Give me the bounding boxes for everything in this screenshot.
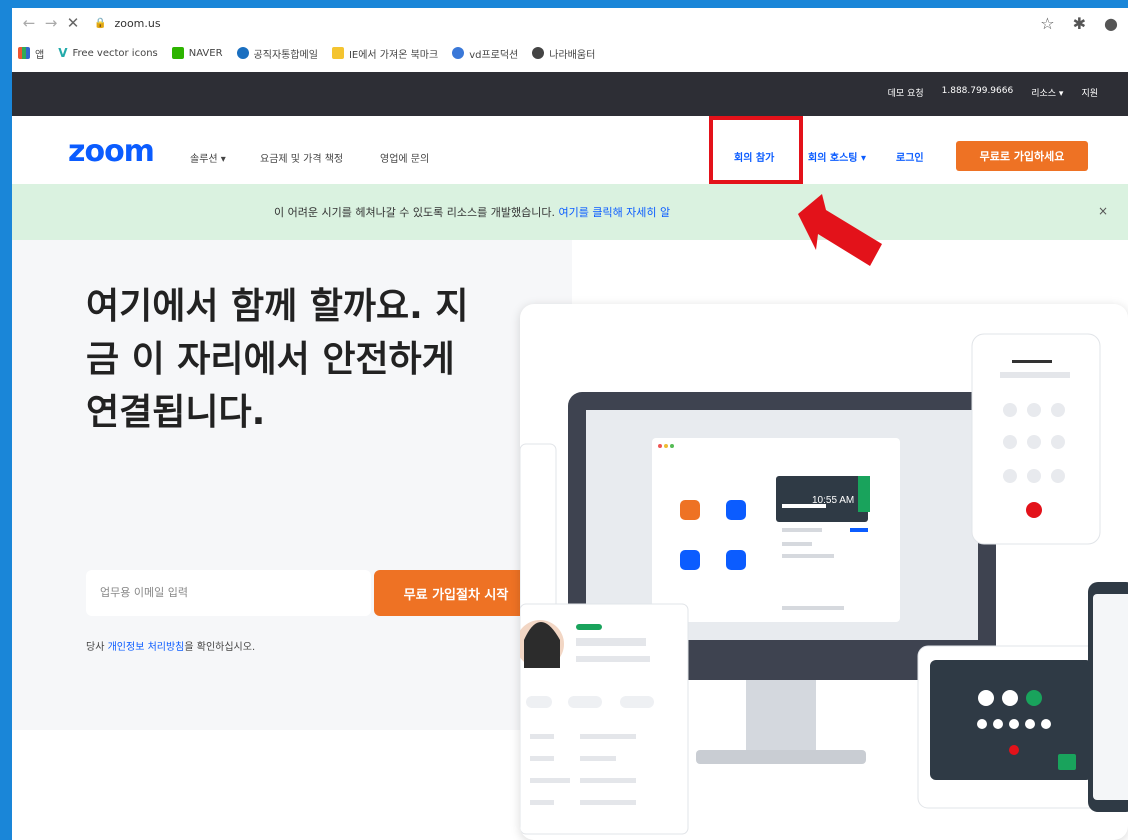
red-arrow-annotation [798,194,882,266]
email-input[interactable]: 업무용 이메일 입력 [86,570,371,616]
dial-pad [1003,403,1065,483]
stop-loading-icon[interactable]: ✕ [62,14,84,32]
share-screen-icon [726,550,746,570]
bookmark-label: 앱 [35,49,45,61]
bookmark-star-icon[interactable]: ☆ [1040,14,1054,33]
gov-mail-icon [236,47,249,59]
schedule-icon [680,550,700,570]
resources-menu[interactable]: 리소스 ▾ [1031,86,1063,99]
nav-solutions[interactable]: 솔루션 ▾ [190,150,226,165]
new-meeting-icon [680,500,700,520]
globe-icon [532,47,545,59]
check-icon [858,476,870,512]
folder-icon [331,47,344,59]
monitor-base [696,750,866,764]
demo-request-link[interactable]: 데모 요청 [888,86,924,99]
phone-number[interactable]: 1.888.799.9666 [942,86,1014,99]
info-banner: 이 어려운 시기를 헤쳐나갈 수 있도록 리소스를 개발했습니다. 여기를 클릭… [12,184,1128,240]
nav-pricing[interactable]: 요금제 및 가격 책정 [260,150,343,165]
nav-host-meeting[interactable]: 회의 호스팅 ▾ [808,149,866,164]
bookmark-label: Free vector icons [72,47,158,59]
side-panel [520,443,557,615]
browser-actions: ☆ ✱ ● [1040,14,1118,33]
apps-icon [18,47,30,59]
privacy-notice: 당사 개인정보 처리방침을 확인하십시오. [86,638,255,653]
naver-icon [171,47,184,59]
utility-links: 데모 요청 1.888.799.9666 리소스 ▾ 지원 [888,86,1098,99]
signup-free-button[interactable]: 무료로 가입하세요 [956,141,1088,171]
back-icon[interactable]: ← [18,14,40,32]
hero-section: 여기에서 함께 할까요. 지금 이 자리에서 안전하게 연결됩니다. 업무용 이… [12,240,572,730]
nav-contact-sales[interactable]: 영업에 문의 [380,150,429,165]
lock-icon [1058,754,1076,770]
bookmark-label: NAVER [188,47,223,59]
banner-link[interactable]: 여기를 클릭해 자세히 알 [558,206,670,219]
extension-icon[interactable]: ✱ [1073,14,1086,33]
url-text: zoom.us [114,16,161,30]
bookmark-nara[interactable]: 나라배움터 [532,46,595,61]
bookmark-label: 공직자통합메일 [253,49,318,61]
nav-sign-in[interactable]: 로그인 [896,149,924,164]
start-signup-button[interactable]: 무료 가입절차 시작 [374,570,538,616]
join-icon [726,500,746,520]
hero-title: 여기에서 함께 할까요. 지금 이 자리에서 안전하게 연결됩니다. [86,286,469,433]
address-bar[interactable]: 🔒 zoom.us [94,17,161,30]
banner-message: 이 어려운 시기를 헤쳐나갈 수 있도록 리소스를 개발했습니다. [274,206,559,219]
bookmark-label: vd프로덕션 [469,49,519,61]
zoom-page: 데모 요청 1.888.799.9666 리소스 ▾ 지원 zoom 솔루션 ▾… [12,72,1128,840]
banner-text: 이 어려운 시기를 헤쳐나갈 수 있도록 리소스를 개발했습니다. 여기를 클릭… [274,204,670,220]
top-utility-bar: 데모 요청 1.888.799.9666 리소스 ▾ 지원 [12,72,1128,116]
illustration-svg: 10:55 AM [520,333,1128,835]
support-link[interactable]: 지원 [1081,86,1098,99]
privacy-policy-link[interactable]: 개인정보 처리방침 [108,642,185,653]
bookmark-vd[interactable]: vd프로덕션 [452,46,518,61]
nav-join-meeting[interactable]: 회의 참가 [734,149,774,164]
lock-icon: 🔒 [94,17,107,29]
bookmark-free-vector-icons[interactable]: V Free vector icons [58,46,158,60]
bookmark-apps[interactable]: 앱 [18,46,44,61]
profile-icon[interactable]: ● [1104,14,1118,33]
bookmark-label: IE에서 가져온 북마크 [348,49,439,61]
monitor-neck [746,680,816,750]
main-navigation: zoom 솔루션 ▾ 요금제 및 가격 책정 영업에 문의 회의 참가 회의 호… [12,116,1128,180]
zoom-logo[interactable]: zoom [68,134,155,169]
clock-time: 10:55 AM [812,495,854,506]
bookmark-label: 나라배움터 [549,49,596,61]
hero-illustration: 10:55 AM [520,304,1128,840]
vector-icon: V [58,46,68,60]
browser-toolbar: ← → ✕ 🔒 zoom.us ☆ ✱ ● [12,8,1128,38]
bookmark-ie-folder[interactable]: IE에서 가져온 북마크 [331,46,439,61]
bookmarks-bar: 앱 V Free vector icons NAVER 공직자통합메일 IE에서 … [12,42,1128,64]
vd-icon [452,47,465,59]
close-icon[interactable]: × [1098,204,1108,218]
privacy-prefix: 당사 [86,642,108,653]
end-call-icon [1026,502,1042,518]
privacy-suffix: 을 확인하십시오. [184,642,256,653]
browser-window: ← → ✕ 🔒 zoom.us ☆ ✱ ● 앱 V Free vector ico… [12,8,1128,840]
bookmark-gov-mail[interactable]: 공직자통합메일 [236,46,318,61]
bookmark-naver[interactable]: NAVER [171,47,223,59]
forward-icon[interactable]: → [40,14,62,32]
